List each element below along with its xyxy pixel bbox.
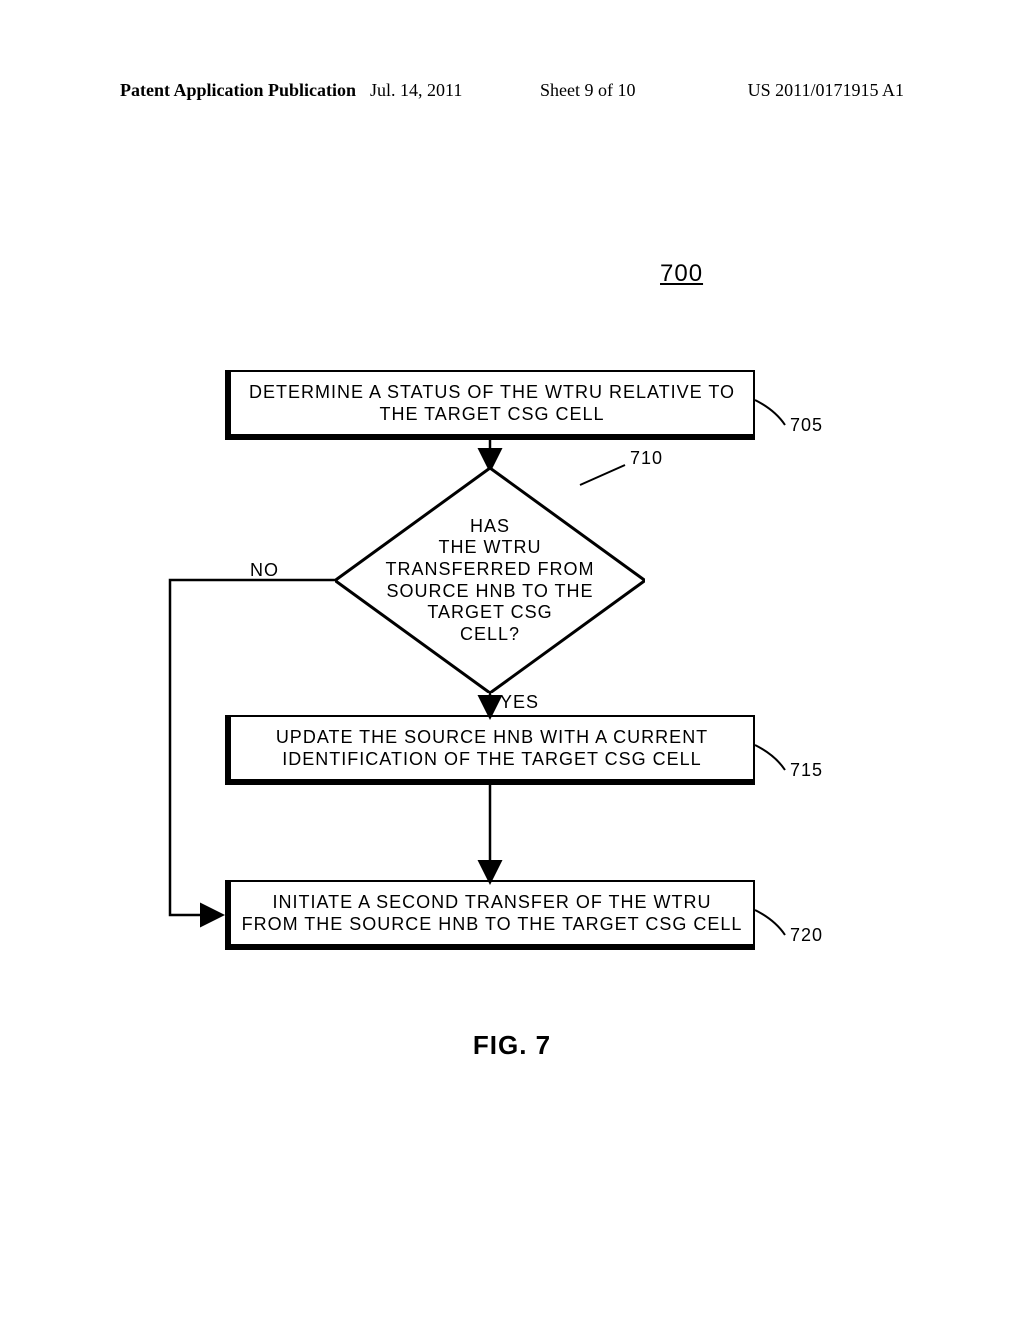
process-box-715-text: UPDATE THE SOURCE HNB WITH A CURRENT IDE… <box>241 726 743 771</box>
figure-reference-number: 700 <box>660 260 703 288</box>
figure-caption: FIG. 7 <box>0 1030 1024 1061</box>
ref-705: 705 <box>790 415 823 436</box>
ref-710: 710 <box>630 448 663 469</box>
header-left: Patent Application Publication <box>120 80 356 101</box>
decision-710: HAS THE WTRU TRANSFERRED FROM SOURCE HNB… <box>335 468 645 693</box>
header-date: Jul. 14, 2011 <box>370 80 462 101</box>
flowchart: DETERMINE A STATUS OF THE WTRU RELATIVE … <box>120 370 900 1010</box>
header-sheet: Sheet 9 of 10 <box>540 80 635 101</box>
process-box-715: UPDATE THE SOURCE HNB WITH A CURRENT IDE… <box>225 715 755 785</box>
process-box-720-text: INITIATE A SECOND TRANSFER OF THE WTRU F… <box>241 891 743 936</box>
process-box-720: INITIATE A SECOND TRANSFER OF THE WTRU F… <box>225 880 755 950</box>
decision-no-label: NO <box>250 560 279 581</box>
decision-710-text: HAS THE WTRU TRANSFERRED FROM SOURCE HNB… <box>386 516 595 646</box>
decision-yes-label: YES <box>500 692 539 713</box>
process-box-705: DETERMINE A STATUS OF THE WTRU RELATIVE … <box>225 370 755 440</box>
ref-715: 715 <box>790 760 823 781</box>
page: Patent Application Publication Jul. 14, … <box>0 0 1024 1320</box>
process-box-705-text: DETERMINE A STATUS OF THE WTRU RELATIVE … <box>241 381 743 426</box>
header-pubno: US 2011/0171915 A1 <box>748 80 904 101</box>
ref-720: 720 <box>790 925 823 946</box>
